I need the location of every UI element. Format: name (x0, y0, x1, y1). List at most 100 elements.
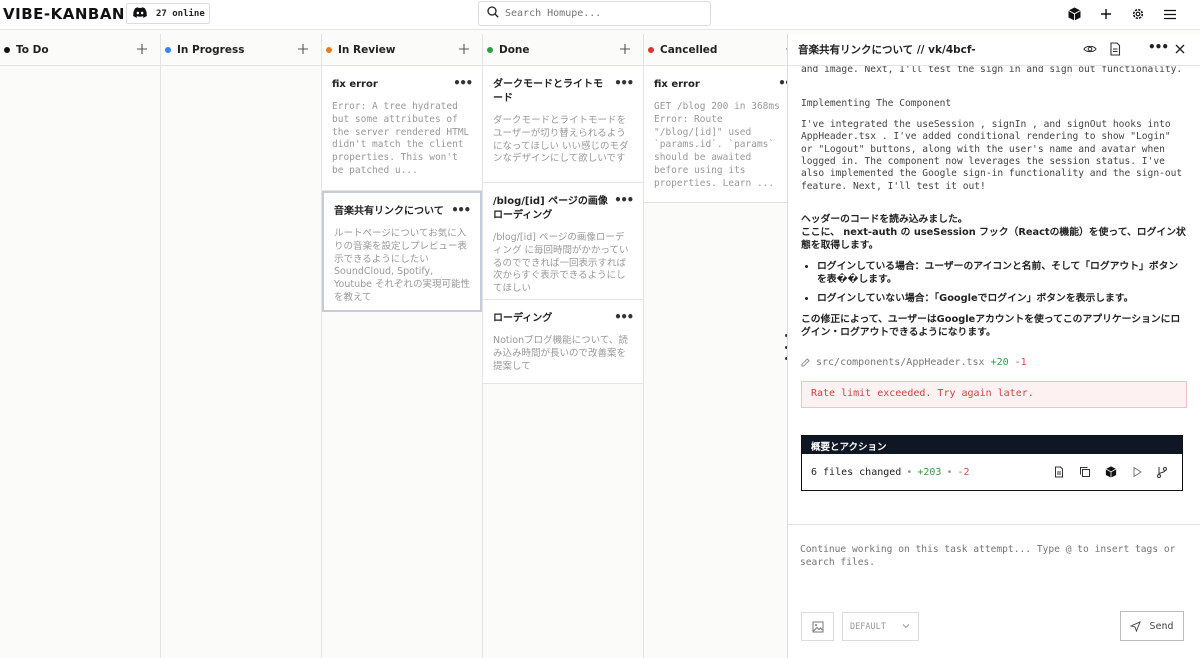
task-description: Error: A tree hydrated but some attribut… (332, 101, 470, 176)
column-in-review: In Review fix error ••• Error: A tree hy… (322, 34, 483, 658)
git-branch-icon[interactable] (1156, 466, 1168, 479)
task-card[interactable]: fix error ••• Error: A tree hydrated but… (322, 66, 482, 191)
separator: • (906, 466, 913, 478)
add-task-plus-icon[interactable] (297, 43, 309, 55)
copy-icon[interactable] (1079, 466, 1091, 478)
follow-up-input[interactable] (800, 543, 1188, 583)
task-description: /blog/[id] ページの画像ローディング に毎回時間がかかっているのででき… (493, 232, 629, 295)
edit-icon (801, 358, 810, 367)
task-title: /blog/[id] ページの画像ローディング (493, 196, 608, 221)
eye-icon[interactable] (1083, 42, 1097, 56)
lines-added: +20 (990, 357, 1009, 369)
column-header: In Review (322, 34, 482, 66)
chat-input-area: DEFAULT Send (788, 524, 1200, 658)
column-in-progress: In Progress (161, 34, 322, 658)
ide-cube-icon[interactable] (1066, 6, 1082, 22)
task-title: 音楽共有リンクについて (334, 206, 444, 217)
add-task-plus-icon[interactable] (136, 43, 148, 55)
more-dots-icon[interactable]: ••• (1148, 40, 1169, 54)
variant-select[interactable]: DEFAULT (842, 612, 919, 641)
files-changed: 6 files changed (811, 466, 902, 478)
column-cancelled: Cancelled fix error ••• GET /blog 200 in… (644, 34, 800, 658)
rate-limit-error: Rate limit exceeded. Try again later. (801, 381, 1187, 409)
task-detail-panel: 音楽共有リンクについて // vk/4bcf- ••• and image. N… (787, 34, 1200, 658)
search-input[interactable] (505, 8, 695, 19)
assistant-message-outro: この修正によって、ユーザーはGoogleアカウントを使ってこのアプリケーションに… (801, 314, 1181, 339)
send-icon (1130, 620, 1142, 632)
column-header: Done (483, 34, 643, 66)
more-dots-icon[interactable]: ••• (453, 76, 473, 90)
column-todo: To Do (0, 34, 161, 658)
task-title: ローディング (493, 313, 553, 324)
column-header: Cancelled (644, 34, 799, 66)
task-description: Notionブログ機能について、読み込み時間が長いので改善案を提案して (493, 335, 628, 372)
file-change-line[interactable]: src/components/AppHeader.tsx +20 -1 (801, 357, 1187, 368)
lines-removed: -1 (1014, 357, 1027, 369)
log-section-body: I've integrated the useSession , signIn … (801, 118, 1183, 192)
add-project-plus-icon[interactable] (1098, 6, 1114, 22)
close-icon[interactable] (1173, 42, 1187, 56)
search-box[interactable] (478, 1, 711, 26)
chevron-down-icon (902, 624, 910, 629)
summary-actions-box: 概要とアクション 6 files changed • +203 • -2 (801, 435, 1183, 492)
task-description: ダークモードとライトモードをユーザーが切り替えられるようになってほしい いい感じ… (493, 115, 629, 165)
status-dot (326, 46, 332, 53)
send-label: Send (1149, 620, 1174, 632)
kanban-board: To Do In Progress In Review fix error ••… (0, 34, 800, 658)
log-section-heading: Implementing The Component (801, 98, 952, 110)
task-card[interactable]: fix error ••• GET /blog 200 in 368ms Err… (644, 66, 799, 203)
more-dots-icon[interactable]: ••• (614, 310, 634, 324)
conversation-log: and image. Next, I'll test the sign in a… (788, 66, 1200, 524)
send-button[interactable]: Send (1120, 611, 1184, 641)
status-dot (648, 46, 654, 53)
discord-online-badge[interactable]: 27 online (126, 3, 210, 24)
discord-icon (133, 6, 147, 21)
task-description: GET /blog 200 in 368ms Error: Route "/bl… (654, 101, 780, 189)
separator: • (946, 466, 953, 478)
play-icon[interactable] (1131, 466, 1143, 478)
add-task-plus-icon[interactable] (458, 43, 470, 55)
column-title: In Progress (177, 43, 245, 56)
settings-gear-icon[interactable] (1130, 6, 1146, 22)
more-dots-icon[interactable]: ••• (614, 76, 634, 90)
task-card[interactable]: ダークモードとライトモード ••• ダークモードとライトモードをユーザーが切り替… (483, 66, 643, 183)
column-title: Done (499, 43, 530, 56)
task-title: fix error (654, 79, 700, 90)
column-header: In Progress (161, 34, 321, 66)
task-title: ダークモードとライトモード (493, 79, 603, 104)
task-description: ルートページについてお気に入りの音楽を設定しプレビュー表示できるようにしたい S… (334, 228, 470, 303)
file-path: src/components/AppHeader.tsx (816, 357, 985, 369)
summary-added: +203 (917, 466, 942, 478)
assistant-bullets: ログインしている場合：ユーザーのアイコンと名前、そして「ログアウト」ボタンを表�… (817, 260, 1187, 305)
assistant-message-intro: ヘッダーのコードを読み込みました。 ここに、 next-auth の useSe… (801, 214, 1186, 252)
summary-row: 6 files changed • +203 • -2 (802, 454, 1182, 491)
panel-header: 音楽共有リンクについて // vk/4bcf- ••• (788, 34, 1200, 66)
variant-value: DEFAULT (850, 621, 886, 632)
status-dot (4, 46, 10, 53)
attach-image-button[interactable] (801, 612, 834, 641)
summary-removed: -2 (957, 466, 970, 478)
log-text: and image. Next, I'll test the sign in a… (801, 66, 1183, 75)
column-title: In Review (338, 43, 396, 56)
summary-title: 概要とアクション (802, 436, 1182, 455)
status-dot (165, 46, 171, 53)
task-card[interactable]: ローディング ••• Notionブログ機能について、読み込み時間が長いので改善… (483, 300, 643, 384)
column-header: To Do (0, 34, 160, 66)
more-dots-icon[interactable]: ••• (614, 193, 634, 207)
top-bar: VIBE-KANBAN 27 online (0, 0, 1200, 30)
document-icon[interactable] (1053, 466, 1065, 478)
task-card[interactable]: /blog/[id] ページの画像ローディング ••• /blog/[id] ペ… (483, 183, 643, 300)
online-count: 27 online (156, 8, 205, 19)
add-task-plus-icon[interactable] (619, 43, 631, 55)
status-dot (487, 46, 493, 53)
app-logo[interactable]: VIBE-KANBAN (3, 5, 125, 23)
more-dots-icon[interactable]: ••• (451, 203, 471, 217)
ide-cube-icon[interactable] (1105, 466, 1117, 478)
bullet-item: ログインしている場合：ユーザーのアイコンと名前、そして「ログアウト」ボタンを表�… (817, 260, 1187, 286)
search-icon (487, 6, 499, 21)
panel-title: 音楽共有リンクについて // vk/4bcf- (798, 44, 976, 56)
document-icon[interactable] (1108, 42, 1122, 56)
bullet-item: ログインしていない場合：「Googleでログイン」ボタンを表示します。 (817, 292, 1187, 305)
task-card-selected[interactable]: 音楽共有リンクについて ••• ルートページについてお気に入りの音楽を設定しプレ… (322, 191, 482, 312)
menu-hamburger-icon[interactable] (1162, 6, 1178, 22)
